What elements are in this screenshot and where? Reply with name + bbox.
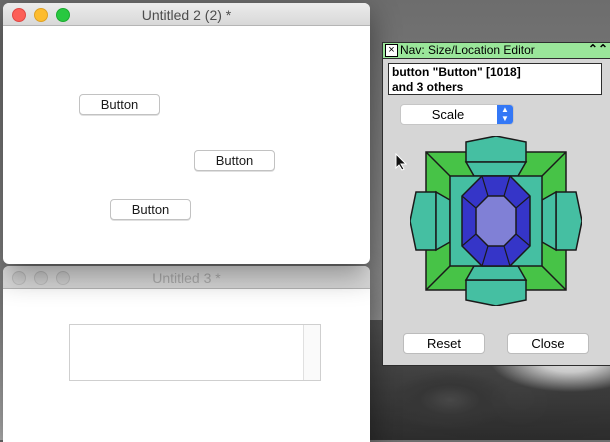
window-title: Untitled 2 (2) * bbox=[141, 7, 232, 23]
reset-button[interactable]: Reset bbox=[403, 333, 485, 354]
mode-select-value: Scale bbox=[431, 107, 465, 122]
button-2[interactable]: Button bbox=[194, 150, 275, 171]
size-location-control[interactable] bbox=[410, 136, 582, 306]
left-handle[interactable] bbox=[410, 191, 437, 251]
list-scrollbar[interactable] bbox=[303, 325, 320, 380]
selection-line-2: and 3 others bbox=[392, 80, 464, 94]
right-handle[interactable] bbox=[555, 191, 582, 251]
pointer-cursor-icon bbox=[395, 153, 407, 171]
window-title: Untitled 3 * bbox=[152, 270, 221, 286]
palette-title: Nav: Size/Location Editor bbox=[400, 43, 535, 57]
close-button[interactable]: Close bbox=[507, 333, 589, 354]
window-titlebar[interactable]: Untitled 2 (2) * bbox=[3, 3, 370, 26]
selection-line-1: button "Button" [1018] bbox=[392, 65, 521, 79]
list-box[interactable] bbox=[69, 324, 321, 381]
mode-select[interactable]: Scale ▲ ▼ bbox=[400, 104, 514, 125]
selection-info: button "Button" [1018] and 3 others bbox=[388, 63, 602, 95]
collapse-arrows-icon[interactable]: ⌃⌃ bbox=[588, 42, 608, 57]
bottom-handle[interactable] bbox=[465, 279, 527, 306]
size-location-editor-palette[interactable]: × Nav: Size/Location Editor ⌃⌃ button "B… bbox=[382, 42, 610, 366]
center-octagon[interactable] bbox=[475, 195, 517, 247]
button-3[interactable]: Button bbox=[110, 199, 191, 220]
close-box-icon[interactable]: × bbox=[385, 44, 398, 57]
window-untitled-3[interactable]: Untitled 3 * bbox=[3, 266, 370, 442]
palette-titlebar[interactable]: × Nav: Size/Location Editor ⌃⌃ bbox=[383, 42, 610, 59]
window-titlebar[interactable]: Untitled 3 * bbox=[3, 266, 370, 289]
top-handle[interactable] bbox=[465, 136, 527, 163]
updown-arrows-icon: ▲ ▼ bbox=[497, 105, 513, 124]
button-1[interactable]: Button bbox=[79, 94, 160, 115]
window-untitled-2[interactable]: Untitled 2 (2) * Button Button Button bbox=[3, 3, 370, 264]
